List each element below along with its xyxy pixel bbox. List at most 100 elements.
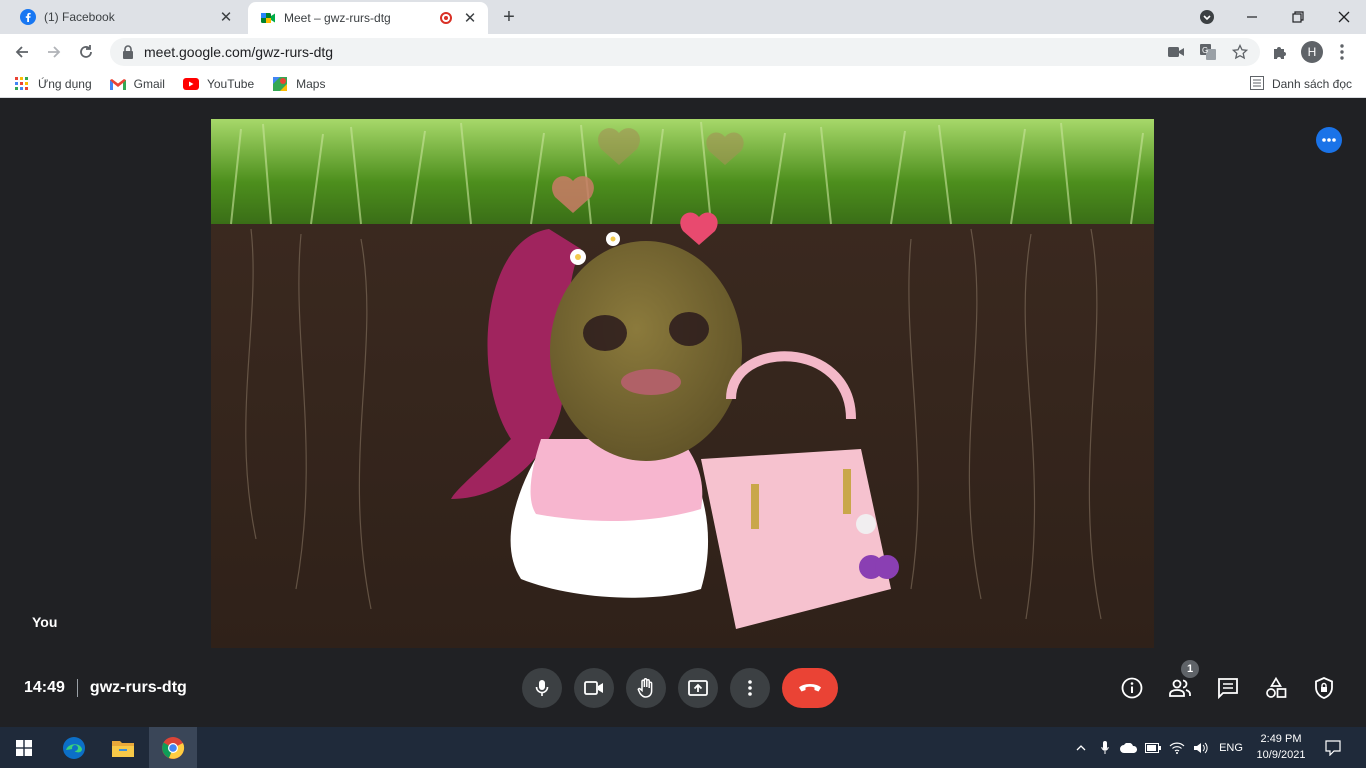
- edge-icon: [63, 736, 85, 759]
- volume-icon[interactable]: [1190, 727, 1212, 768]
- meeting-code: gwz-rurs-dtg: [89, 679, 187, 696]
- restore-window-icon[interactable]: [1284, 0, 1312, 34]
- video-feed-image: [211, 119, 1154, 648]
- onedrive-icon[interactable]: [1118, 727, 1140, 768]
- minimize-window-icon[interactable]: [1238, 0, 1266, 34]
- reading-list-button[interactable]: Danh sách đọc: [1249, 70, 1352, 98]
- tab-strip: (1) Facebook ✕ Meet – gwz-rurs-dtg ✕ +: [0, 0, 1366, 34]
- microphone-tray-icon[interactable]: [1096, 727, 1114, 768]
- camera-in-use-icon[interactable]: [1164, 40, 1188, 64]
- chrome-icon: [162, 736, 185, 759]
- camera-icon: [584, 681, 603, 695]
- hang-up-button[interactable]: [782, 668, 838, 708]
- self-name-label: You: [32, 614, 58, 630]
- youtube-icon: [182, 76, 199, 92]
- activities-icon: [1266, 677, 1287, 698]
- show-hidden-icons[interactable]: [1072, 727, 1090, 768]
- new-tab-button[interactable]: +: [498, 6, 520, 28]
- host-controls-button[interactable]: [1311, 675, 1337, 701]
- taskbar-edge[interactable]: [50, 727, 98, 768]
- taskbar-clock[interactable]: 2:49 PM 10/9/2021: [1252, 731, 1310, 763]
- meet-stage: You 14:49 gwz-rurs-dtg 1: [0, 103, 1366, 727]
- notifications-button[interactable]: [1320, 727, 1346, 768]
- clock-date: 10/9/2021: [1256, 749, 1306, 761]
- meeting-info-button[interactable]: [1119, 675, 1145, 701]
- bookmark-label: Gmail: [133, 76, 165, 91]
- activities-button[interactable]: [1263, 675, 1289, 701]
- tab-facebook[interactable]: (1) Facebook ✕: [8, 0, 244, 34]
- host-controls-icon: [1315, 677, 1333, 699]
- file-explorer-icon: [112, 740, 134, 757]
- chat-button[interactable]: [1215, 675, 1241, 701]
- svg-text:G: G: [1202, 46, 1208, 55]
- maps-icon: [272, 76, 288, 92]
- url-text: meet.google.com/gwz-rurs-dtg: [144, 44, 334, 60]
- bookmarks-bar: Ứng dụng Gmail YouTube Maps Danh sách đọ…: [0, 70, 1366, 98]
- browser-toolbar: meet.google.com/gwz-rurs-dtg G H: [0, 34, 1366, 70]
- participants-count-badge: 1: [1181, 660, 1199, 678]
- bookmark-label: YouTube: [206, 76, 255, 91]
- windows-start-icon: [16, 739, 32, 756]
- tab-meet[interactable]: Meet – gwz-rurs-dtg ✕: [248, 2, 488, 34]
- bookmark-label: Maps: [296, 76, 326, 91]
- address-bar[interactable]: meet.google.com/gwz-rurs-dtg G: [110, 38, 1260, 66]
- profile-initial: H: [1301, 41, 1323, 63]
- language-indicator[interactable]: ENG: [1214, 727, 1248, 768]
- bookmark-star-icon[interactable]: [1228, 40, 1252, 64]
- facebook-icon: [20, 9, 36, 25]
- taskbar-chrome[interactable]: [149, 727, 197, 768]
- info-icon: [1121, 677, 1143, 699]
- microphone-button[interactable]: [522, 668, 562, 708]
- meeting-details: 14:49 gwz-rurs-dtg: [24, 678, 187, 698]
- divider: [76, 679, 78, 697]
- self-video-tile: [211, 119, 1154, 648]
- chat-icon: [1218, 678, 1238, 699]
- google-meet-icon: [261, 13, 275, 23]
- lock-icon: [123, 45, 133, 59]
- translate-icon[interactable]: G: [1196, 40, 1220, 64]
- close-tab-icon[interactable]: ✕: [216, 7, 236, 27]
- raise-hand-button[interactable]: [626, 668, 666, 708]
- wifi-icon[interactable]: [1166, 727, 1188, 768]
- raise-hand-icon: [637, 678, 653, 698]
- camera-button[interactable]: [574, 668, 614, 708]
- clock-time: 2:49 PM: [1260, 733, 1302, 745]
- meeting-time: 14:49: [24, 679, 65, 696]
- more-options-button[interactable]: [730, 668, 770, 708]
- back-arrow-icon[interactable]: [8, 38, 36, 66]
- notifications-icon: [1325, 739, 1341, 756]
- apps-grid-icon: [14, 76, 30, 92]
- people-icon: [1169, 679, 1191, 697]
- tab-title: Meet – gwz-rurs-dtg: [284, 11, 391, 25]
- more-horizontal-icon: [1322, 138, 1336, 142]
- extensions-puzzle-icon[interactable]: [1268, 38, 1292, 66]
- bookmark-maps[interactable]: Maps: [272, 76, 325, 92]
- battery-icon[interactable]: [1143, 727, 1163, 768]
- close-window-icon[interactable]: [1330, 0, 1358, 34]
- bookmark-apps[interactable]: Ứng dụng: [14, 76, 92, 92]
- windows-start-button[interactable]: [0, 727, 48, 768]
- chrome-menu-icon[interactable]: [1332, 38, 1352, 66]
- reading-list-icon: [1249, 75, 1264, 93]
- present-screen-button[interactable]: [678, 668, 718, 708]
- tab-title: (1) Facebook: [44, 10, 115, 24]
- reading-list-label: Danh sách đọc: [1271, 77, 1352, 91]
- gmail-icon: [109, 76, 126, 92]
- people-button[interactable]: [1167, 675, 1193, 701]
- bookmark-label: Ứng dụng: [38, 76, 92, 91]
- more-options-icon: [748, 680, 752, 696]
- bookmark-gmail[interactable]: Gmail: [109, 76, 165, 92]
- close-tab-icon[interactable]: ✕: [460, 8, 480, 28]
- reload-icon[interactable]: [72, 38, 100, 66]
- recording-indicator-icon: [440, 12, 452, 24]
- hang-up-icon: [799, 684, 821, 692]
- forward-arrow-icon[interactable]: [40, 38, 68, 66]
- more-options-fab[interactable]: [1316, 127, 1342, 153]
- taskbar-file-explorer[interactable]: [99, 727, 147, 768]
- tab-search-icon[interactable]: [1196, 0, 1218, 34]
- profile-avatar[interactable]: H: [1300, 38, 1324, 66]
- bookmark-youtube[interactable]: YouTube: [182, 76, 255, 92]
- present-screen-icon: [688, 680, 708, 696]
- microphone-icon: [535, 680, 549, 696]
- windows-taskbar: ENG 2:49 PM 10/9/2021: [0, 727, 1366, 768]
